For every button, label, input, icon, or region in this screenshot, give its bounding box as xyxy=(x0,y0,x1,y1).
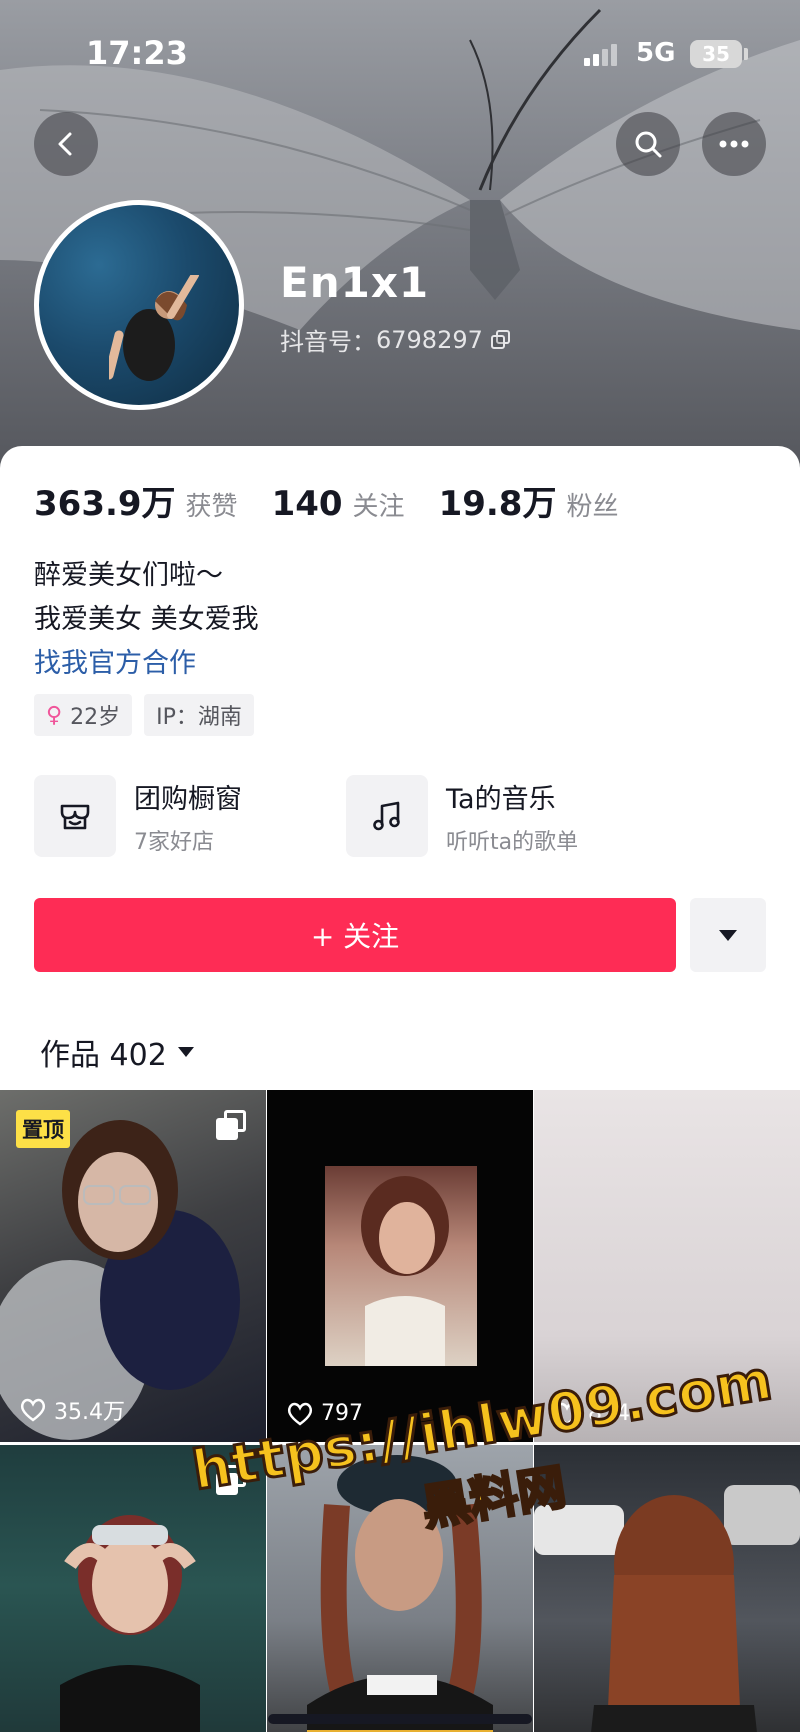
bio-line-1: 醉爱美女们啦～ xyxy=(34,560,223,591)
following-label: 关注 xyxy=(352,492,405,522)
profile-tags: ♀ 22岁 IP：湖南 xyxy=(34,694,254,736)
copy-icon[interactable] xyxy=(490,329,511,350)
follow-button[interactable]: + 关注 xyxy=(34,898,676,972)
followers-label: 粉丝 xyxy=(566,492,619,522)
more-button[interactable] xyxy=(702,112,766,176)
tab-works[interactable]: 作品 402 xyxy=(40,1030,195,1074)
likes-label: 获赞 xyxy=(185,492,238,522)
nickname: En1x1 xyxy=(280,258,430,307)
feature-title: 团购橱窗 xyxy=(134,783,242,815)
video-thumbnail xyxy=(325,1166,477,1366)
multi-image-icon xyxy=(216,1110,246,1140)
battery-tip xyxy=(744,48,748,60)
feature-title: Ta的音乐 xyxy=(446,783,556,815)
followers-count: 19.8万 xyxy=(438,484,557,524)
age-tag: ♀ 22岁 xyxy=(34,694,133,736)
stat-following[interactable]: 140 关注 xyxy=(272,484,405,524)
caret-down-icon xyxy=(719,930,737,941)
home-indicator[interactable] xyxy=(268,1714,532,1724)
avatar-photo xyxy=(109,275,199,381)
stat-likes: 363.9万 获赞 xyxy=(34,476,238,525)
douyin-id-row: 抖音号： 6798297 xyxy=(280,322,511,357)
heart-icon xyxy=(20,1398,46,1422)
feature-entries: 团购橱窗 7家好店 Ta的音乐 听听ta的歌单 xyxy=(34,774,628,858)
music-note-icon xyxy=(346,775,428,857)
works-tab-label: 作品 402 xyxy=(40,1038,167,1073)
chevron-left-icon xyxy=(58,132,72,156)
douyin-id-label: 抖音号： xyxy=(280,328,376,356)
likes-value: 35.4万 xyxy=(54,1400,125,1425)
douyin-id-value: 6798297 xyxy=(376,325,483,354)
feature-subtitle: 听听ta的歌单 xyxy=(446,829,579,855)
search-icon xyxy=(635,131,662,158)
stat-followers[interactable]: 19.8万 粉丝 xyxy=(439,476,619,525)
profile-banner: 17:23 5G 35 En1x1 抖音号： 6798297 xyxy=(0,0,800,470)
following-count: 140 xyxy=(271,484,343,524)
video-tile[interactable]: 置顶 35.4万 xyxy=(0,1090,266,1442)
pinned-badge: 置顶 xyxy=(16,1110,70,1148)
female-icon: ♀ xyxy=(46,702,63,728)
ip-tag: IP：湖南 xyxy=(144,694,254,736)
likes-count: 363.9万 xyxy=(34,484,176,524)
group-buy-window-entry[interactable]: 团购橱窗 7家好店 xyxy=(34,774,316,858)
stats-row: 363.9万 获赞 140 关注 19.8万 粉丝 xyxy=(34,476,618,525)
status-bar: 17:23 5G 35 xyxy=(0,0,800,100)
video-tile[interactable]: 797 xyxy=(267,1090,533,1442)
ip-text: IP：湖南 xyxy=(156,705,242,730)
battery-icon: 35 xyxy=(690,40,742,68)
avatar[interactable] xyxy=(34,200,244,410)
bio: 醉爱美女们啦～ 我爱美女 美女爱我 找我官方合作 xyxy=(34,554,259,686)
cooperation-link[interactable]: 找我官方合作 xyxy=(34,642,259,686)
more-options-button[interactable] xyxy=(690,898,766,972)
network-type: 5G xyxy=(636,38,676,68)
feature-subtitle: 7家好店 xyxy=(134,829,214,855)
back-button[interactable] xyxy=(34,112,98,176)
caret-down-icon xyxy=(177,1047,194,1057)
music-entry[interactable]: Ta的音乐 听听ta的歌单 xyxy=(346,774,628,858)
bio-line-2: 我爱美女 美女爱我 xyxy=(34,604,259,635)
more-dots-icon xyxy=(719,140,749,148)
age-text: 22岁 xyxy=(70,705,121,730)
signal-icon xyxy=(584,44,618,66)
search-button[interactable] xyxy=(616,112,680,176)
shop-icon xyxy=(34,775,116,857)
follow-row: + 关注 xyxy=(34,898,766,972)
likes-count: 35.4万 xyxy=(20,1394,125,1426)
status-time: 17:23 xyxy=(86,34,188,72)
